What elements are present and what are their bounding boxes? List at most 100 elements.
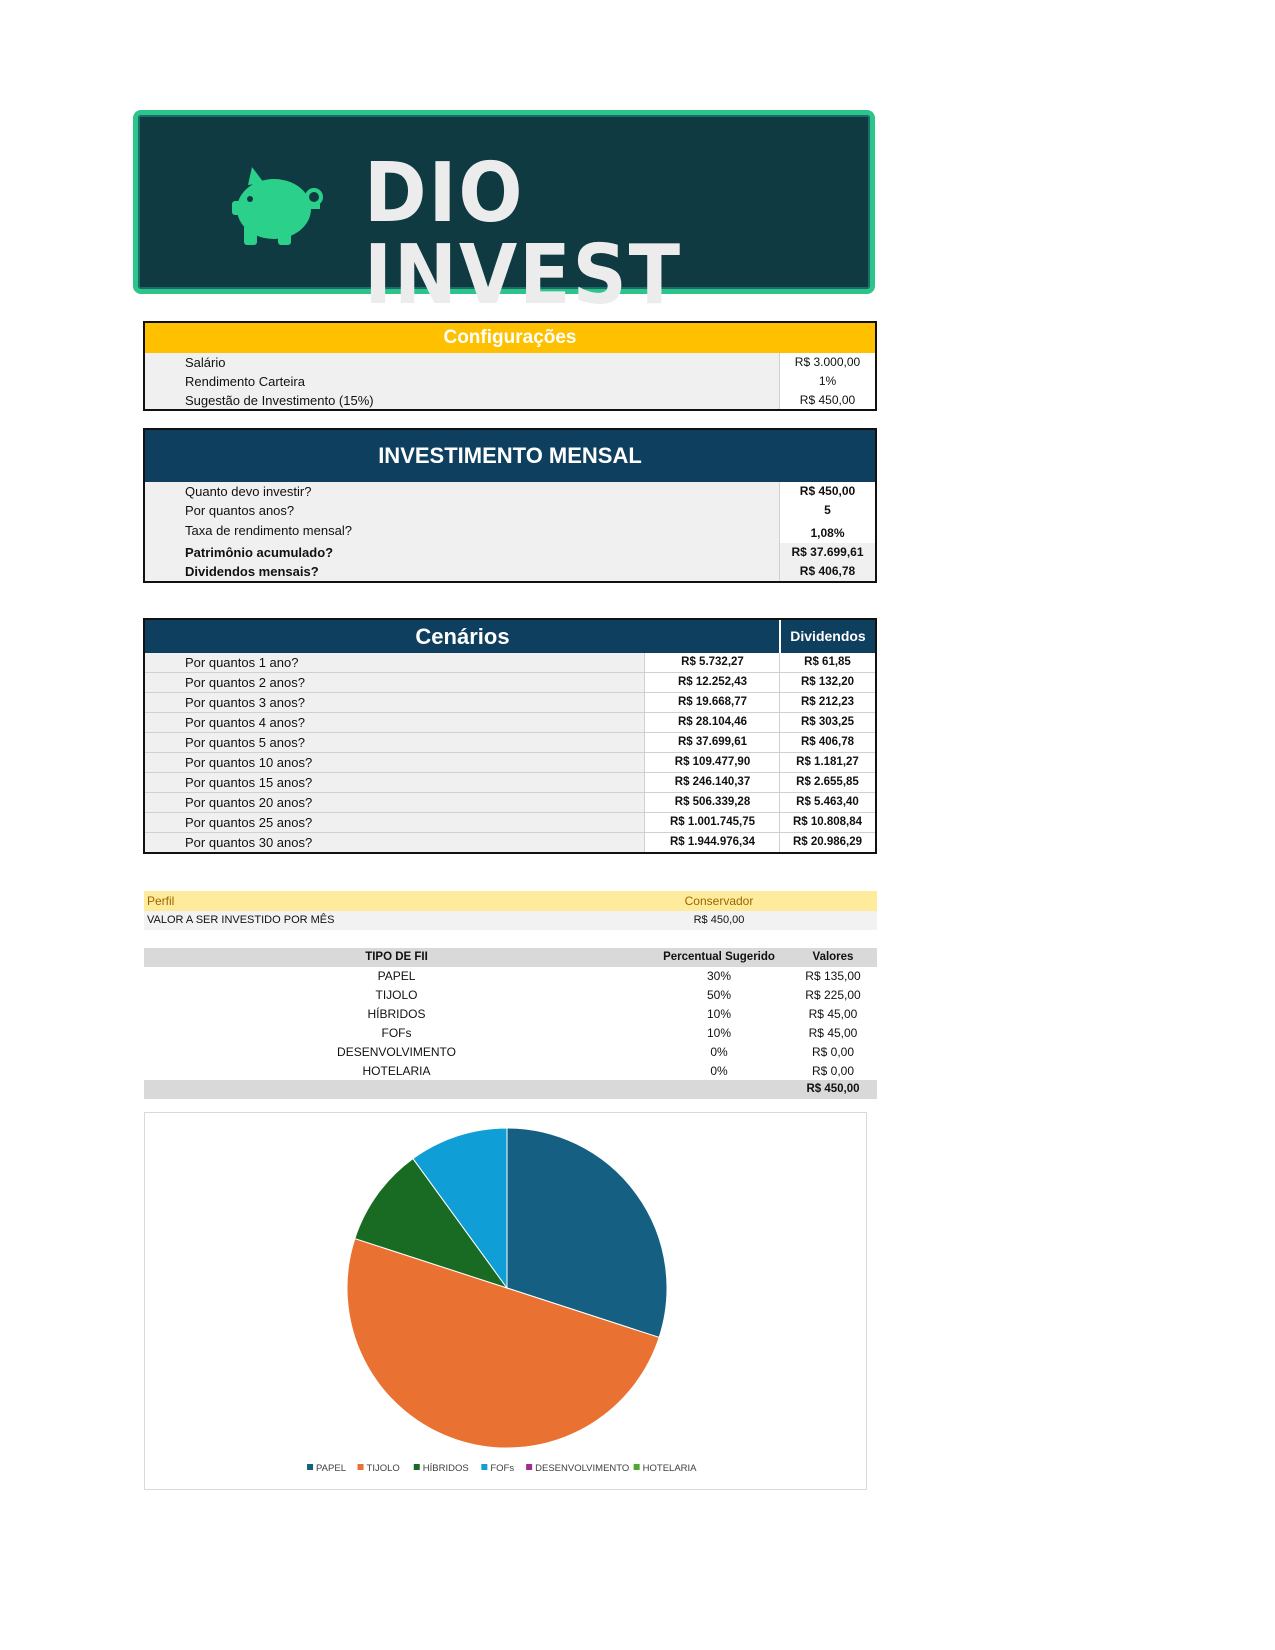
dividendos-value: R$ 303,25 [779, 713, 875, 732]
config-table: Configurações Salário R$ 3.000,00 Rendim… [143, 321, 877, 411]
fii-percentual[interactable]: 0% [649, 1062, 789, 1081]
fii-percentual[interactable]: 10% [649, 1005, 789, 1024]
perfil-label: Perfil [147, 894, 175, 908]
cenario-row: Por quantos 3 anos? R$ 19.668,77 R$ 212,23 [145, 693, 875, 713]
row-label: Salário [185, 355, 226, 370]
row-label: Por quantos 25 anos? [185, 815, 313, 830]
row-label: Por quantos 4 anos? [185, 715, 305, 730]
cenario-row: Por quantos 30 anos? R$ 1.944.976,34 R$ 20… [145, 833, 875, 852]
mensal-row: Dividendos mensais? R$ 406,78 [145, 562, 875, 581]
patrimonio-value: R$ 109.477,90 [644, 753, 780, 772]
row-label: Rendimento Carteira [185, 374, 305, 389]
brand-banner: DIO INVEST [133, 110, 875, 317]
row-value[interactable]: R$ 450,00 [779, 482, 875, 501]
dividendos-value: R$ 1.181,27 [779, 753, 875, 772]
legend-swatch [526, 1464, 533, 1470]
patrimonio-value: R$ 1.001.745,75 [644, 813, 780, 832]
fii-row: FOFs 10% R$ 45,00 [144, 1024, 877, 1043]
row-label: Patrimônio acumulado? [185, 545, 334, 560]
legend-label: DESENVOLVIMENTO [535, 1463, 629, 1474]
dividendos-value: R$ 406,78 [779, 733, 875, 752]
perfil-row: Perfil Conservador [144, 891, 877, 911]
brand-title: DIO INVEST [364, 146, 682, 323]
row-label: Por quantos 10 anos? [185, 755, 313, 770]
fii-tipo: PAPEL [377, 969, 416, 983]
legend-swatch [481, 1464, 488, 1470]
legend-label: PAPEL [316, 1463, 346, 1474]
fii-percentual[interactable]: 30% [649, 967, 789, 986]
dividendos-value: R$ 132,20 [779, 673, 875, 692]
mensal-title: INVESTIMENTO MENSAL [145, 430, 875, 482]
valor-mes-row: VALOR A SER INVESTIDO POR MÊS R$ 450,00 [144, 911, 877, 930]
row-label: Por quantos 2 anos? [185, 675, 305, 690]
row-label: Sugestão de Investimento (15%) [185, 393, 374, 408]
row-value: R$ 406,78 [779, 562, 875, 581]
row-label: Por quantos anos? [185, 503, 295, 518]
dividendos-value: R$ 212,23 [779, 693, 875, 712]
config-row-rendimento: Rendimento Carteira 1% [145, 372, 875, 392]
cenario-row: Por quantos 20 anos? R$ 506.339,28 R$ 5.46… [145, 793, 875, 813]
header-tipo: TIPO DE FII [365, 951, 428, 963]
dividendos-value: R$ 2.655,85 [779, 773, 875, 792]
config-title: Configurações [145, 323, 875, 353]
header-valores: Valores [812, 951, 854, 963]
patrimonio-value: R$ 37.699,61 [644, 733, 780, 752]
row-label: Por quantos 3 anos? [185, 695, 305, 710]
fii-percentual[interactable]: 50% [649, 986, 789, 1005]
dividendos-header: Dividendos [779, 620, 875, 653]
fii-total-value: R$ 450,00 [806, 1083, 860, 1095]
legend-swatch [307, 1464, 314, 1470]
row-value[interactable]: R$ 3.000,00 [779, 353, 875, 372]
legend-label: TIJOLO [367, 1463, 400, 1474]
row-label: Taxa de rendimento mensal? [185, 523, 352, 538]
fii-percentual[interactable]: 10% [649, 1024, 789, 1043]
legend-swatch [633, 1464, 640, 1470]
fii-valor: R$ 45,00 [808, 1007, 858, 1021]
row-label: Por quantos 15 anos? [185, 775, 313, 790]
config-row-sugestao: Sugestão de Investimento (15%) R$ 450,00 [145, 391, 875, 409]
row-label: Por quantos 30 anos? [185, 835, 313, 850]
fii-tipo: HÍBRIDOS [367, 1007, 426, 1021]
fii-valor: R$ 0,00 [811, 1045, 855, 1059]
fii-row: DESENVOLVIMENTO 0% R$ 0,00 [144, 1043, 877, 1062]
fii-row: TIJOLO 50% R$ 225,00 [144, 986, 877, 1005]
piggy-bank-icon [232, 167, 323, 245]
fii-percentual[interactable]: 0% [649, 1043, 789, 1062]
fii-tipo: DESENVOLVIMENTO [337, 1045, 456, 1059]
legend-swatch [413, 1464, 420, 1470]
legend-label: HÍBRIDOS [423, 1463, 469, 1474]
patrimonio-value: R$ 1.944.976,34 [644, 833, 780, 852]
dividendos-value: R$ 61,85 [779, 653, 875, 672]
mensal-row: Taxa de rendimento mensal? 1,08% [145, 520, 875, 544]
fii-tipo: HOTELARIA [362, 1064, 431, 1078]
row-label: Por quantos 20 anos? [185, 795, 313, 810]
fii-header-row: TIPO DE FII Percentual Sugerido Valores [144, 948, 877, 967]
legend-label: HOTELARIA [643, 1463, 698, 1474]
dividendos-value: R$ 10.808,84 [779, 813, 875, 832]
header-percentual: Percentual Sugerido [663, 951, 775, 963]
perfil-value[interactable]: Conservador [649, 891, 789, 911]
patrimonio-value: R$ 246.140,37 [644, 773, 780, 792]
valor-mes-value: R$ 450,00 [693, 914, 745, 926]
cenario-row: Por quantos 25 anos? R$ 1.001.745,75 R$ 10… [145, 813, 875, 833]
fii-valor: R$ 45,00 [808, 1026, 858, 1040]
fii-total-row: R$ 450,00 [144, 1080, 877, 1099]
cenario-row: Por quantos 4 anos? R$ 28.104,46 R$ 303,25 [145, 713, 875, 733]
cenarios-title: Cenários [145, 620, 780, 653]
cenario-row: Por quantos 2 anos? R$ 12.252,43 R$ 132,20 [145, 673, 875, 693]
cenarios-table: Cenários Dividendos Por quantos 1 ano? R$… [143, 618, 877, 854]
patrimonio-value: R$ 19.668,77 [644, 693, 780, 712]
cenario-row: Por quantos 5 anos? R$ 37.699,61 R$ 406,78 [145, 733, 875, 753]
fii-valor: R$ 225,00 [805, 988, 861, 1002]
fii-row: HOTELARIA 0% R$ 0,00 [144, 1062, 877, 1081]
pie-svg: PAPEL TIJOLO HÍBRIDOS FOFs DESENVOLVIMENTO HO… [307, 1127, 698, 1474]
patrimonio-value: R$ 12.252,43 [644, 673, 780, 692]
row-value[interactable]: R$ 450,00 [779, 391, 875, 409]
row-label: Por quantos 5 anos? [185, 735, 305, 750]
dividendos-value: R$ 20.986,29 [779, 833, 875, 852]
row-value[interactable]: 1,08% [779, 520, 875, 543]
row-value[interactable]: 5 [779, 501, 875, 520]
row-value[interactable]: 1% [779, 372, 875, 391]
patrimonio-value: R$ 506.339,28 [644, 793, 780, 812]
fii-valor: R$ 0,00 [811, 1064, 855, 1078]
